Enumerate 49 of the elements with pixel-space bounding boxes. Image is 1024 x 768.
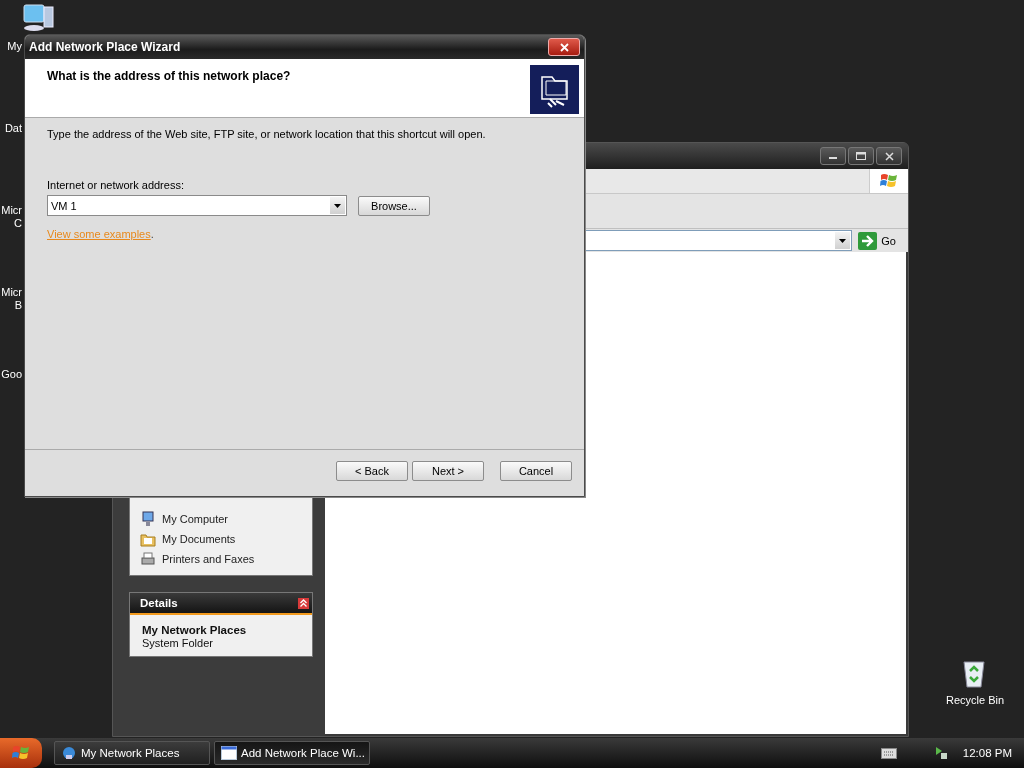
window-title: Add Network Place Wizard xyxy=(29,40,181,54)
window-icon xyxy=(221,746,237,760)
instruction-text: Type the address of the Web site, FTP site, or network location that this shortcut will open. xyxy=(47,128,487,140)
desktop-icon-label[interactable]: Recycle Bin xyxy=(946,694,1005,706)
wizard-heading: What is the address of this network place? xyxy=(47,69,291,85)
go-button[interactable]: Go xyxy=(856,231,902,250)
keyboard-icon[interactable] xyxy=(880,747,897,759)
close-icon xyxy=(559,42,569,52)
next-button[interactable]: Next > xyxy=(412,461,484,481)
maximize-button[interactable] xyxy=(848,147,874,165)
dropdown-button[interactable] xyxy=(330,197,345,214)
desktop-icon-label[interactable]: B xyxy=(14,299,22,312)
details-type: System Folder xyxy=(142,637,214,649)
collapse-icon[interactable] xyxy=(298,597,309,609)
cancel-button[interactable]: Cancel xyxy=(500,461,572,481)
desktop-icon-label[interactable]: Micr xyxy=(1,204,22,217)
place-link[interactable]: Printers and Faxes xyxy=(162,553,255,565)
close-button[interactable] xyxy=(548,38,580,56)
desktop-icon-label[interactable]: My xyxy=(7,40,22,53)
details-name: My Network Places xyxy=(142,624,248,636)
minimize-button[interactable] xyxy=(820,147,846,165)
place-link[interactable]: My Documents xyxy=(162,533,236,545)
desktop-icon-label[interactable]: Goo xyxy=(1,368,22,381)
dropdown-button[interactable] xyxy=(835,232,851,249)
computer-icon[interactable] xyxy=(22,3,56,33)
maximize-icon xyxy=(856,152,866,160)
examples-text: View some examples. xyxy=(47,228,155,240)
network-folder-icon xyxy=(61,745,77,761)
computer-icon xyxy=(140,511,156,527)
close-icon xyxy=(884,151,894,161)
close-button[interactable] xyxy=(876,147,902,165)
browse-button[interactable]: Browse... xyxy=(358,195,430,216)
network-folder-icon xyxy=(530,65,579,114)
taskbar-button[interactable]: Add Network Place Wi... xyxy=(214,741,370,765)
place-link[interactable]: My Computer xyxy=(162,513,229,525)
folder-icon xyxy=(140,531,156,547)
caret-icon xyxy=(334,203,341,208)
back-button[interactable]: < Back xyxy=(336,461,408,481)
address-combo-box[interactable]: VM 1 xyxy=(47,195,347,216)
desktop-icon-label[interactable]: Dat xyxy=(4,122,22,135)
desktop-icon-label[interactable]: Micr xyxy=(1,286,22,299)
desktop-icon-label[interactable]: C xyxy=(14,217,22,230)
printer-icon xyxy=(140,551,156,567)
taskbar-button[interactable]: My Network Places xyxy=(54,741,210,765)
panel-title: Details xyxy=(140,597,178,609)
field-label: Internet or network address: xyxy=(47,179,185,191)
caret-icon xyxy=(839,238,847,243)
start-button[interactable] xyxy=(0,738,42,768)
clock[interactable]: 12:08 PM xyxy=(962,747,1012,759)
